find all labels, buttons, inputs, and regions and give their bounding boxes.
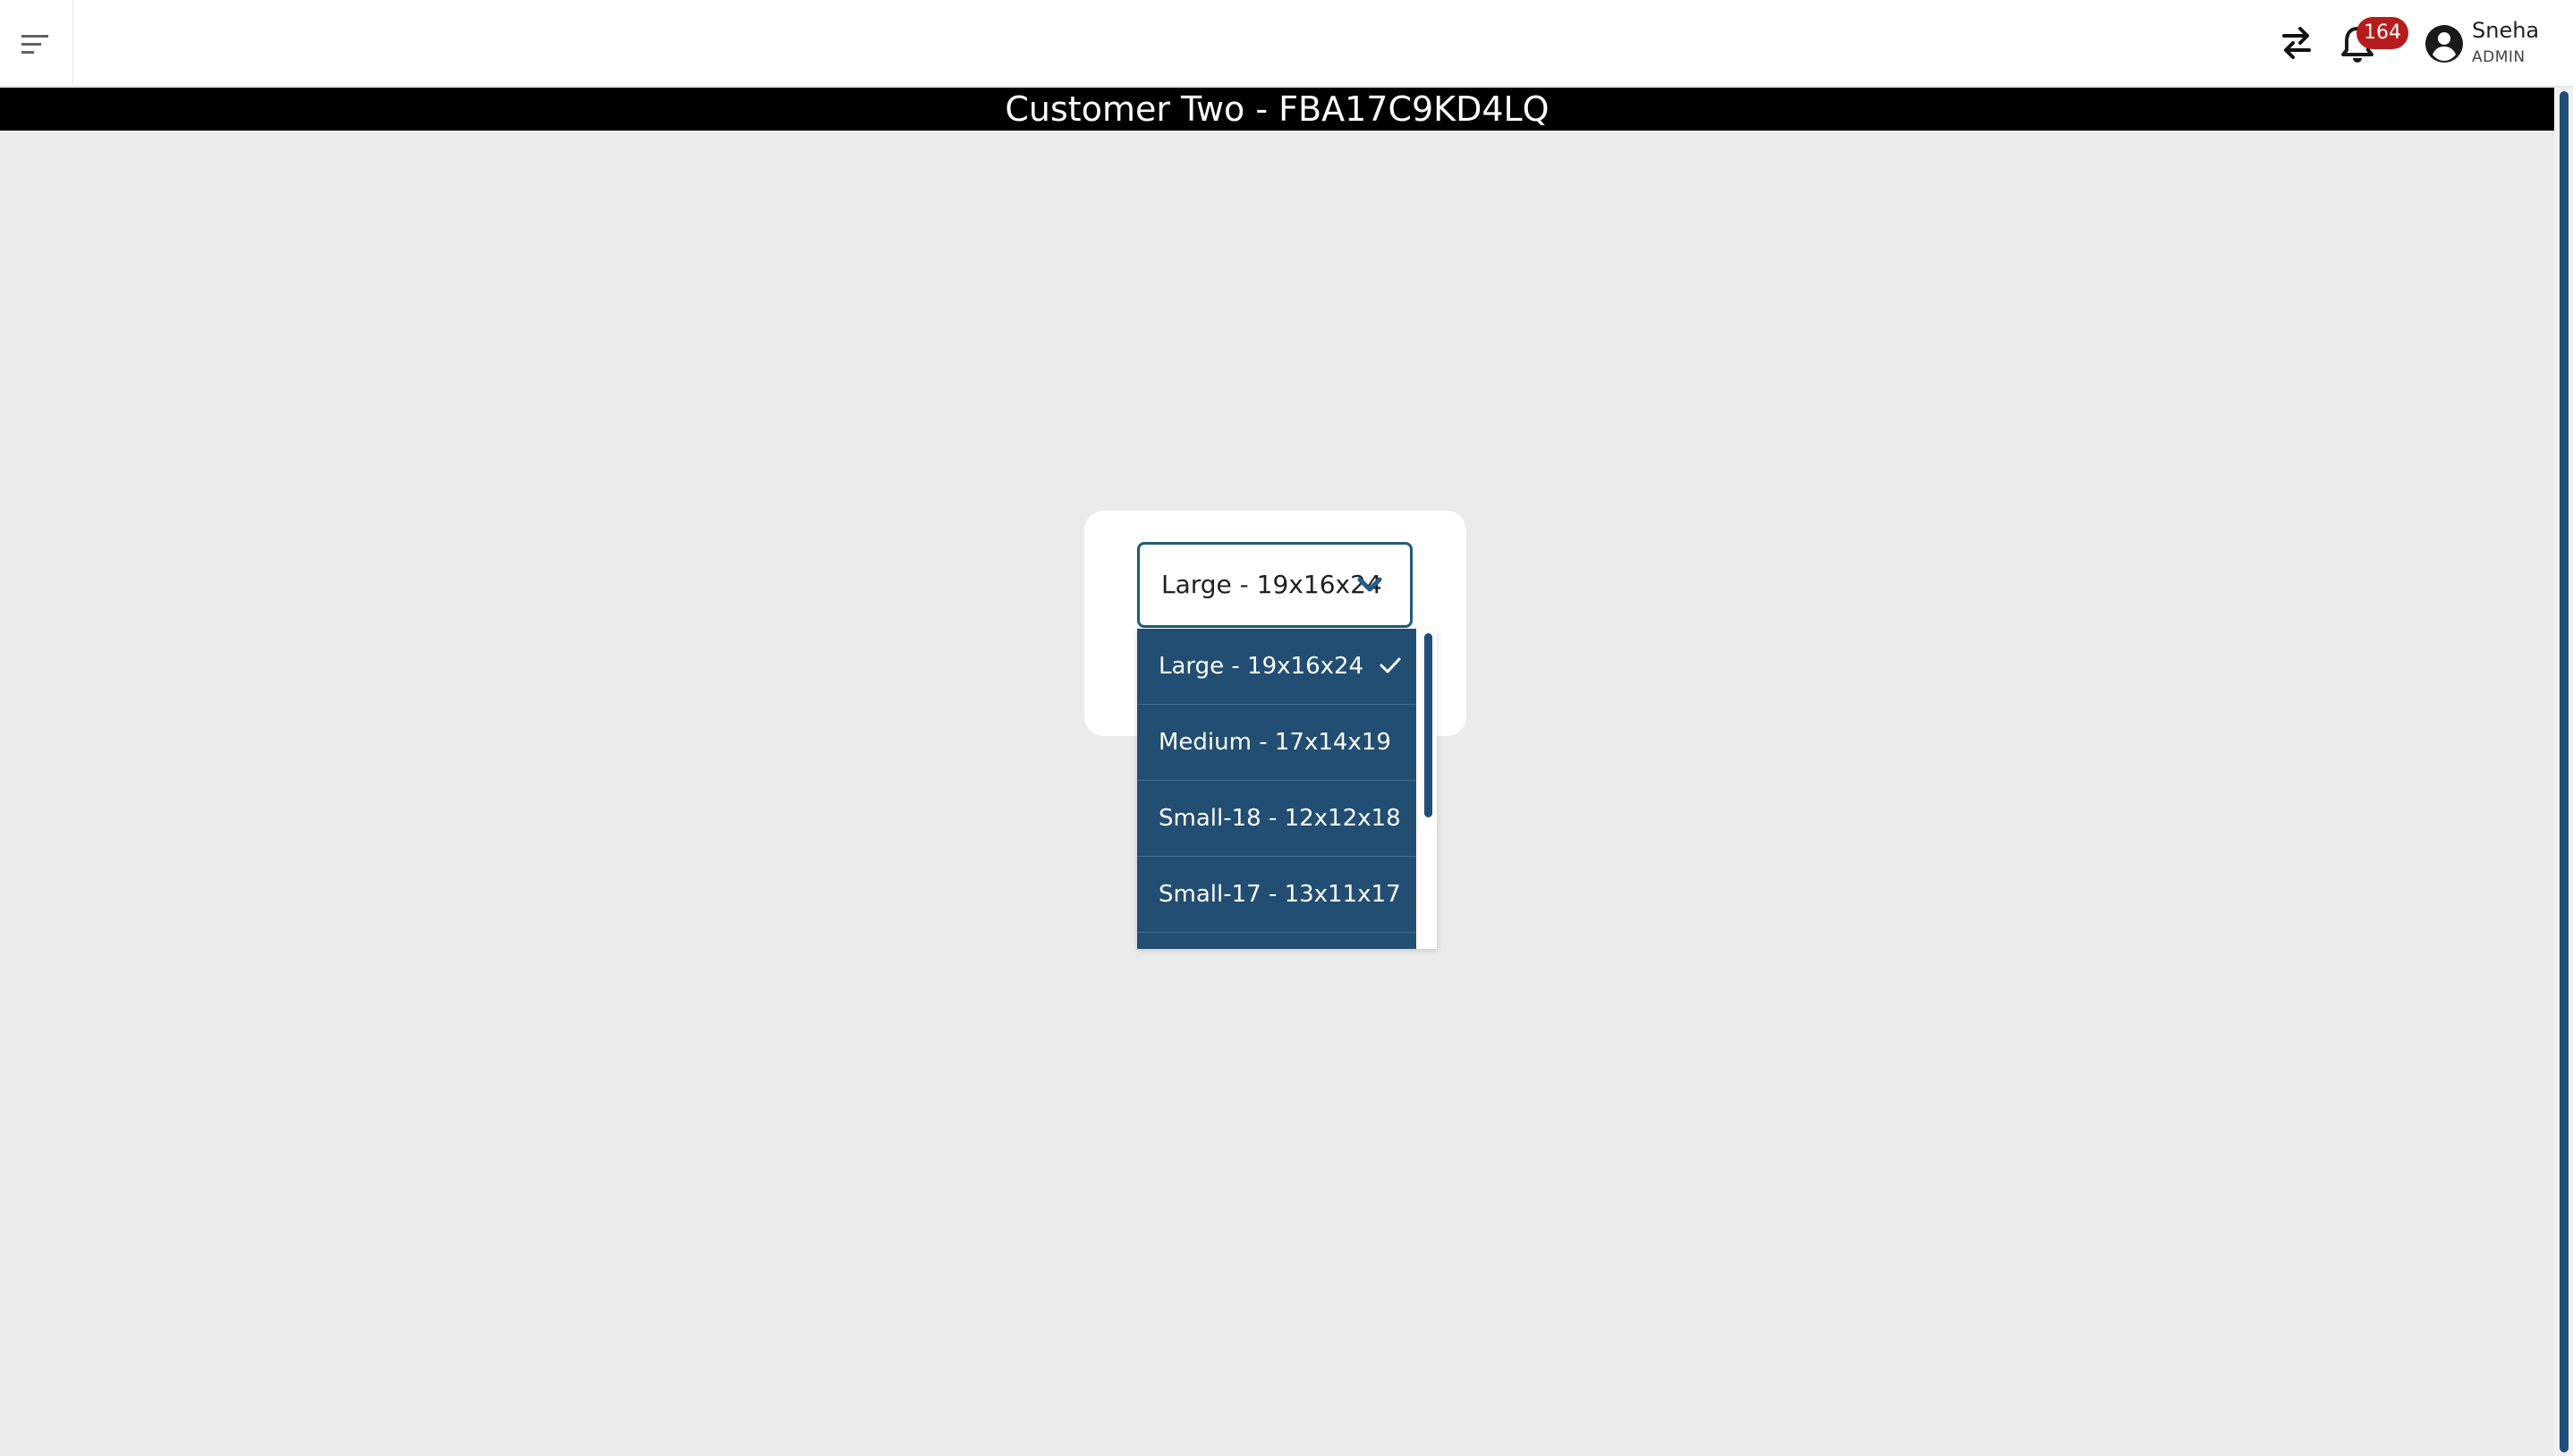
user-name[interactable]: Sneha <box>2472 18 2539 43</box>
user-role: ADMIN <box>2472 48 2526 66</box>
title-bar: Customer Two - FBA17C9KD4LQ <box>0 88 2554 131</box>
swap-arrows-icon[interactable] <box>2277 23 2316 63</box>
page-scrollbar-thumb[interactable] <box>2560 91 2569 1452</box>
chevron-down-icon <box>1357 577 1382 592</box>
notification-count-badge[interactable]: 164 <box>2356 17 2408 49</box>
top-app-bar: 164 Sneha ADMIN <box>0 0 2573 87</box>
dropdown-option-label: Medium - 17x14x19 <box>1159 729 1391 756</box>
dropdown-option-partial[interactable] <box>1137 933 1416 949</box>
dropdown-option-label: Small-18 - 12x12x18 <box>1159 805 1401 832</box>
dropdown-option-label: Large - 19x16x24 <box>1159 653 1364 680</box>
dropdown-scrollbar[interactable] <box>1419 629 1437 949</box>
dropdown-option-small-18[interactable]: Small-18 - 12x12x18 <box>1137 781 1416 857</box>
box-size-select[interactable]: Large - 19x16x24 <box>1137 542 1413 628</box>
box-size-dropdown: Large - 19x16x24 Medium - 17x14x19 Small… <box>1137 629 1437 949</box>
dropdown-option-large[interactable]: Large - 19x16x24 <box>1137 629 1416 705</box>
page-title: Customer Two - FBA17C9KD4LQ <box>1005 89 1550 129</box>
dropdown-scrollbar-thumb[interactable] <box>1424 633 1432 817</box>
dropdown-option-label: Small-17 - 13x11x17 <box>1159 881 1401 908</box>
dropdown-option-small-17[interactable]: Small-17 - 13x11x17 <box>1137 857 1416 933</box>
menu-icon <box>21 35 48 54</box>
menu-button[interactable] <box>0 0 73 87</box>
check-icon <box>1380 657 1401 673</box>
page-scrollbar[interactable] <box>2554 88 2573 1456</box>
box-size-select-value: Large - 19x16x24 <box>1161 570 1382 599</box>
account-circle-icon[interactable] <box>2424 24 2464 63</box>
dropdown-option-medium[interactable]: Medium - 17x14x19 <box>1137 705 1416 781</box>
